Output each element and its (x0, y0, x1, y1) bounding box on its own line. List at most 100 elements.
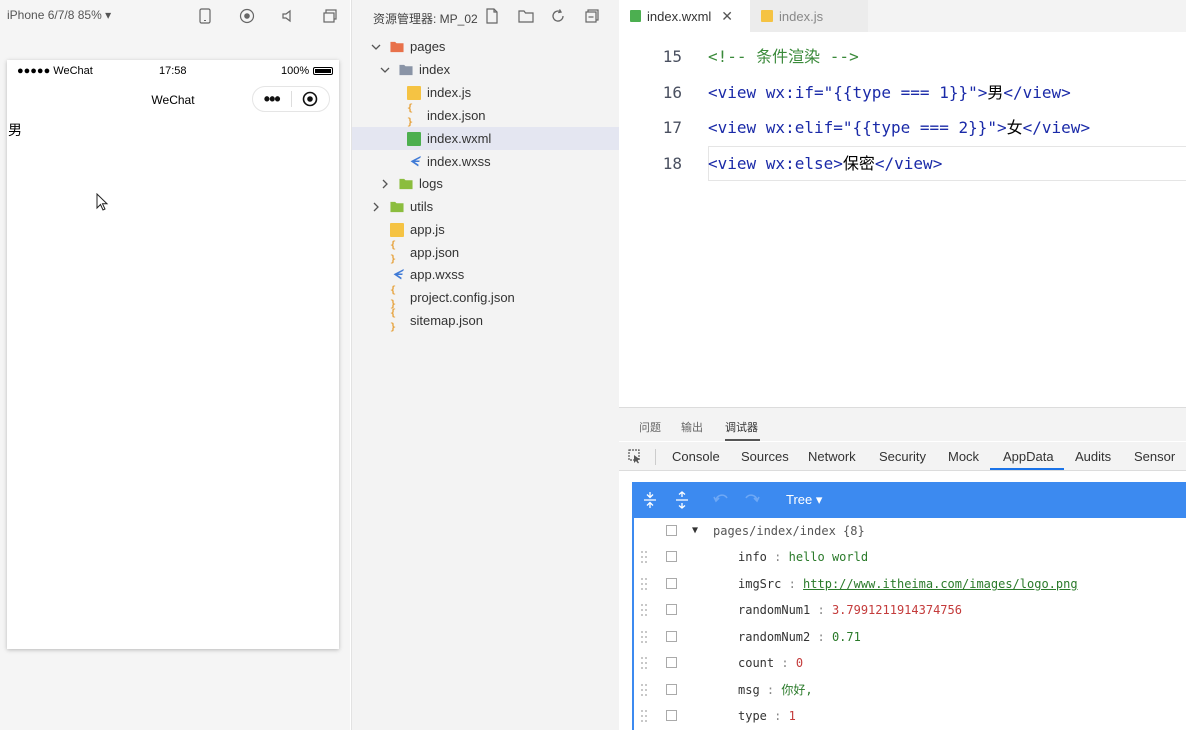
row-checkbox[interactable] (666, 578, 677, 589)
code-content: <view wx:elif="{{type === 2}}">女</view> (708, 110, 1090, 145)
explorer-header: 资源管理器: MP_02 (352, 0, 620, 32)
tab-problems[interactable]: 问题 (639, 419, 661, 435)
code-line[interactable]: 16 <view wx:if="{{type === 1}}">男</view> (619, 75, 1186, 110)
appdata-row[interactable]: randomNum2 : 0.71 (634, 624, 1186, 650)
redo-icon[interactable] (743, 491, 761, 509)
tab-index-wxml[interactable]: index.wxml ✕ (619, 0, 750, 32)
more-icon[interactable]: ••• (253, 90, 291, 108)
device-selector[interactable]: iPhone 6/7/8 85% ▾ (7, 8, 111, 22)
appdata-row[interactable]: type : 1 (634, 703, 1186, 729)
tree-item-utils[interactable]: utils (352, 195, 620, 218)
code-attr: wx:elif= (765, 118, 843, 137)
view-mode-dropdown[interactable]: Tree ▾ (786, 492, 822, 508)
appdata-value[interactable]: hello world (789, 550, 868, 564)
tree-item-index-wxss[interactable]: ᗕ index.wxss (352, 150, 620, 173)
close-miniprogram-icon[interactable] (291, 91, 329, 107)
tab-index-js[interactable]: index.js (750, 0, 868, 32)
tab-network[interactable]: Network (808, 449, 856, 464)
phone-icon[interactable] (196, 7, 214, 25)
code-tag: <view (708, 83, 766, 102)
code-line[interactable]: 18 <view wx:else>保密</view> (619, 146, 1186, 181)
chevron-right-icon (370, 201, 382, 213)
tree-item-app-json[interactable]: { } app.json (352, 240, 620, 265)
appdata-value[interactable]: 3.7991211914374756 (832, 603, 962, 617)
tab-debugger[interactable]: 调试器 (725, 419, 758, 435)
code-text: 保密 (842, 154, 875, 173)
tree-item-index-json[interactable]: { } index.json (352, 103, 620, 128)
tree-item-index-js[interactable]: index.js (352, 81, 620, 104)
appdata-row[interactable]: count : 0 (634, 650, 1186, 676)
editor-tab-bar: index.wxml ✕ index.js (619, 0, 1186, 32)
appdata-row[interactable]: msg : 你好, (634, 677, 1186, 703)
drag-handle-icon[interactable] (641, 710, 649, 722)
tree-item-logs[interactable]: logs (352, 172, 620, 195)
row-checkbox[interactable] (666, 710, 677, 721)
active-tab-indicator (990, 468, 1064, 470)
tree-item-label: index.json (427, 108, 486, 123)
volume-icon[interactable] (279, 7, 297, 25)
tab-sources[interactable]: Sources (741, 449, 789, 464)
key-value-separator: : (759, 683, 782, 697)
tab-sensor[interactable]: Sensor (1134, 449, 1175, 464)
tab-security[interactable]: Security (879, 449, 926, 464)
drag-handle-icon[interactable] (641, 551, 649, 563)
tree-item-index-wxml[interactable]: index.wxml (352, 127, 620, 150)
appdata-value[interactable]: 0 (796, 656, 803, 670)
code-line[interactable]: 17 <view wx:elif="{{type === 2}}">女</vie… (619, 110, 1186, 145)
appdata-row[interactable]: randomNum1 : 3.7991211914374756 (634, 597, 1186, 623)
drag-handle-icon[interactable] (641, 578, 649, 590)
debug-panel: 问题 输出 调试器 Console Sources Network Securi… (619, 407, 1186, 730)
code-tag: <view (708, 118, 766, 137)
drag-handle-icon[interactable] (641, 684, 649, 696)
line-number: 18 (662, 154, 682, 173)
expand-all-icon[interactable] (641, 491, 659, 509)
collapse-all-icon[interactable] (583, 7, 601, 25)
row-checkbox[interactable] (666, 684, 677, 695)
code-line[interactable]: 15 <!-- 条件渲染 --> (619, 39, 1186, 74)
appdata-root-row[interactable]: ▼ pages/index/index {8} (634, 518, 1186, 544)
new-file-icon[interactable] (483, 7, 501, 25)
tab-label: index.js (779, 8, 824, 24)
tab-mock[interactable]: Mock (948, 449, 979, 464)
appdata-value-link[interactable]: http://www.itheima.com/images/logo.png (803, 577, 1078, 591)
row-checkbox[interactable] (666, 551, 677, 562)
record-icon[interactable] (238, 7, 256, 25)
folder-icon (390, 40, 404, 54)
tree-item-sitemap-json[interactable]: { } sitemap.json (352, 307, 620, 333)
row-checkbox[interactable] (666, 525, 677, 536)
chevron-right-icon (379, 178, 391, 190)
tree-item-pages[interactable]: pages (352, 35, 620, 58)
tab-output[interactable]: 输出 (681, 419, 703, 435)
json-file-icon: { } (390, 307, 397, 333)
collapse-all-icon[interactable] (673, 491, 691, 509)
new-folder-icon[interactable] (517, 7, 535, 25)
close-icon[interactable]: ✕ (721, 8, 733, 25)
devtools-tab-bar: Console Sources Network Security Mock Ap… (619, 442, 1186, 471)
code-tag: > (977, 83, 988, 102)
battery-percent: 100% (281, 65, 310, 77)
row-checkbox[interactable] (666, 657, 677, 668)
drag-handle-icon[interactable] (641, 604, 649, 616)
drag-handle-icon[interactable] (641, 631, 649, 643)
code-tag: > (833, 154, 843, 173)
appdata-row[interactable]: info : hello world (634, 544, 1186, 570)
tab-console[interactable]: Console (672, 449, 720, 464)
code-comment: <!-- 条件渲染 --> (708, 47, 859, 66)
tree-item-index-folder[interactable]: index (352, 58, 620, 81)
row-checkbox[interactable] (666, 631, 677, 642)
appdata-value[interactable]: 0.71 (832, 630, 861, 644)
appdata-value[interactable]: 你好, (781, 683, 812, 697)
expand-arrow-icon[interactable]: ▼ (692, 518, 698, 544)
undo-icon[interactable] (712, 491, 730, 509)
detach-window-icon[interactable] (321, 7, 339, 25)
tab-appdata[interactable]: AppData (1003, 449, 1054, 464)
inspect-element-icon[interactable] (628, 449, 643, 467)
code-attr: wx:if= (765, 83, 824, 102)
js-file-icon (390, 222, 404, 237)
refresh-icon[interactable] (549, 7, 567, 25)
row-checkbox[interactable] (666, 604, 677, 615)
tab-audits[interactable]: Audits (1075, 449, 1111, 464)
appdata-value[interactable]: 1 (789, 709, 796, 723)
appdata-row[interactable]: imgSrc : http://www.itheima.com/images/l… (634, 571, 1186, 597)
drag-handle-icon[interactable] (641, 657, 649, 669)
